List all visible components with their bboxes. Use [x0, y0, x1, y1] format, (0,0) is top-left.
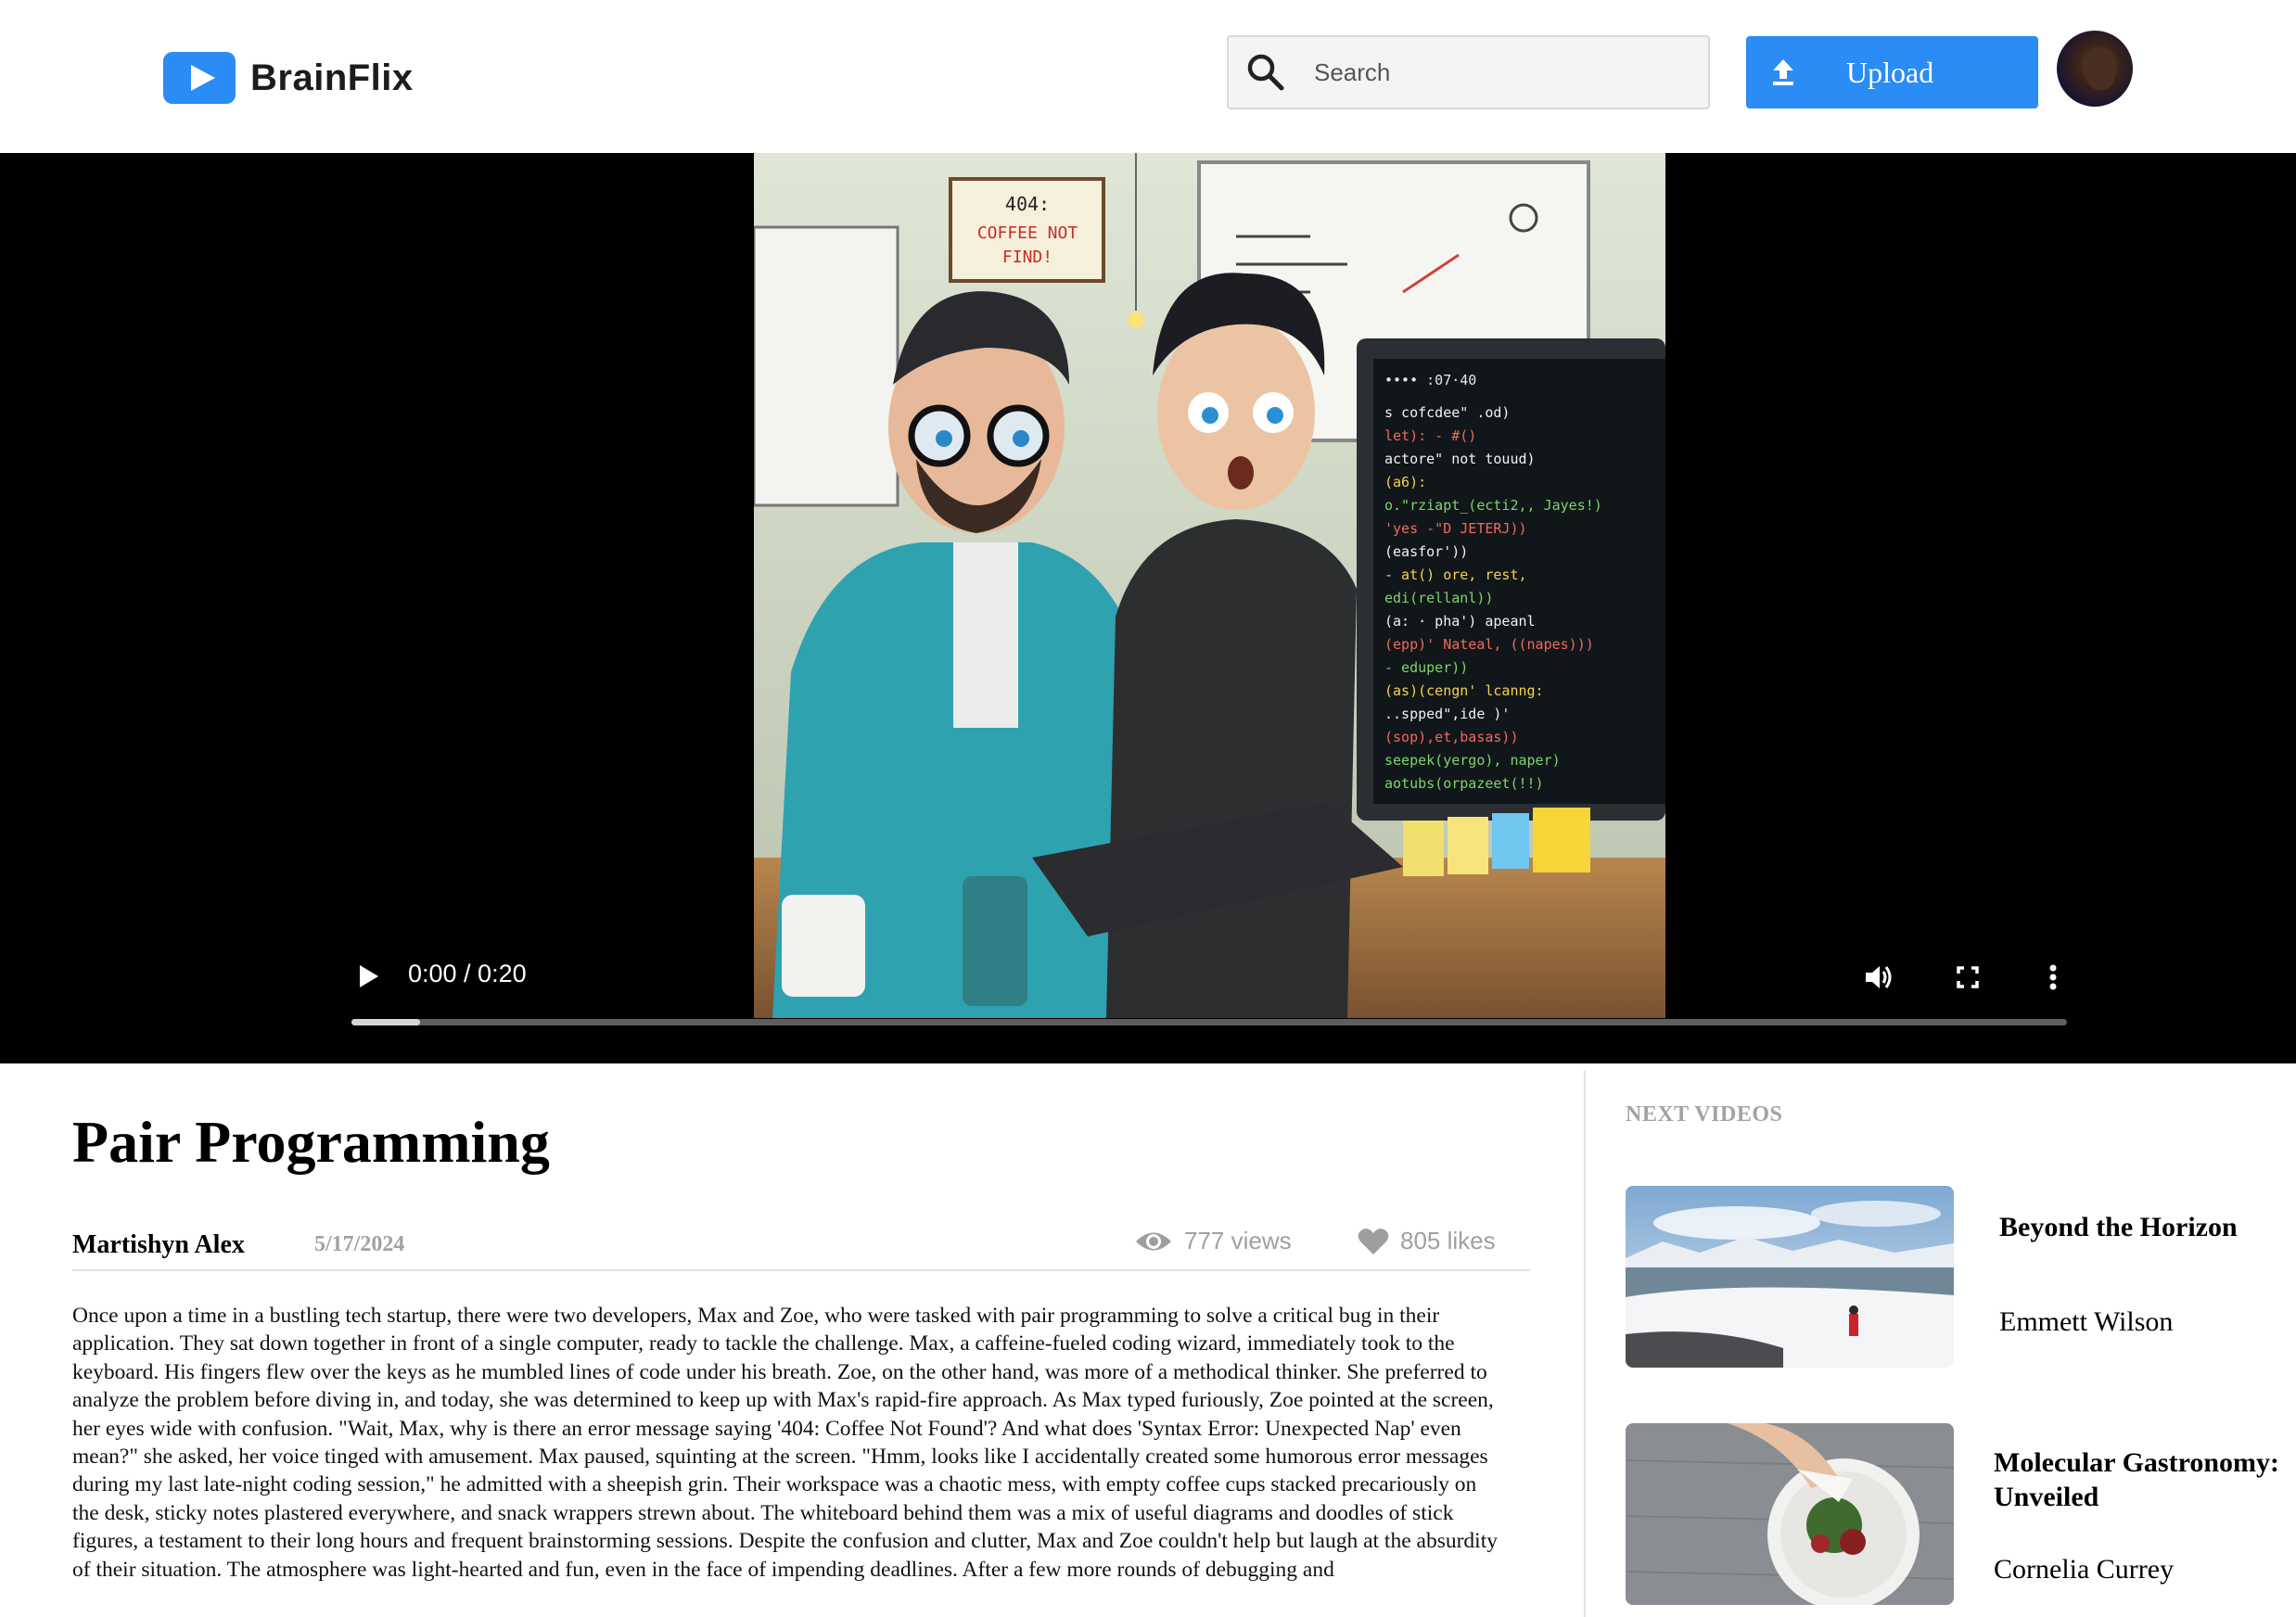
svg-text:o."rziapt_(ecti2,, Jayes!): o."rziapt_(ecti2,, Jayes!) [1384, 497, 1602, 514]
svg-text:(sop),et,basas)): (sop),et,basas)) [1384, 729, 1519, 745]
next-video-title: Beyond the Horizon [1999, 1212, 2238, 1242]
brand-name: BrainFlix [250, 57, 414, 98]
volume-icon [1866, 966, 1892, 988]
svg-text:- at() ore, rest,: - at() ore, rest, [1384, 567, 1527, 583]
video-thumbnail [1626, 1423, 1954, 1605]
next-video-card[interactable]: Molecular Gastronomy: Unveiled Cornelia … [1626, 1423, 2296, 1609]
svg-text:- eduper)): - eduper)) [1384, 659, 1468, 676]
more-options-button[interactable] [2035, 957, 2072, 998]
video-title: Pair Programming [72, 1109, 550, 1175]
svg-text:actore" not touud): actore" not touud) [1384, 451, 1536, 467]
svg-text:aotubs(orpazeet(!!): aotubs(orpazeet(!!) [1384, 775, 1544, 792]
svg-text:(a: · pha') apeanl: (a: · pha') apeanl [1384, 613, 1536, 630]
play-logo-icon [163, 52, 236, 104]
svg-text:(as)(cengn' lcanng:: (as)(cengn' lcanng: [1384, 682, 1544, 699]
more-vert-icon [2049, 964, 2057, 990]
likes-stat[interactable]: 805 likes [1358, 1227, 1496, 1255]
svg-text:s cofcdee" .od): s cofcdee" .od) [1384, 404, 1510, 421]
next-video-author: Emmett Wilson [1999, 1306, 2174, 1337]
video-player[interactable]: 404: COFFEE NOT FIND! •••• :07·40 s cofc… [0, 153, 2296, 1063]
search-input[interactable] [1314, 57, 1685, 87]
svg-text:(a6):: (a6): [1384, 474, 1426, 490]
svg-text:COFFEE NOT: COFFEE NOT [977, 223, 1078, 243]
play-button[interactable] [351, 958, 388, 995]
search-icon [1229, 37, 1303, 108]
video-frame: 404: COFFEE NOT FIND! •••• :07·40 s cofc… [754, 153, 1665, 1018]
column-divider [1584, 1071, 1586, 1617]
eye-icon [1136, 1232, 1171, 1250]
play-icon [360, 965, 378, 987]
upload-label: Upload [1846, 55, 1934, 89]
fullscreen-icon [1957, 966, 1979, 988]
upload-button[interactable]: Upload [1746, 36, 2038, 108]
svg-text:FIND!: FIND! [1002, 248, 1052, 267]
progress-bar[interactable] [351, 1019, 2067, 1025]
progress-played [351, 1019, 420, 1025]
video-description: Once upon a time in a bustling tech star… [72, 1304, 1498, 1582]
views-count: 777 views [1184, 1227, 1292, 1254]
video-thumbnail [1626, 1186, 1954, 1368]
svg-text:'yes -"D JETERJ)): 'yes -"D JETERJ)) [1384, 520, 1527, 537]
video-meta: Martishyn Alex 5/17/2024 777 views 805 l… [72, 1223, 1530, 1271]
svg-text:let): - #(): let): - #() [1384, 427, 1476, 444]
heart-icon [1358, 1228, 1389, 1254]
upload-icon [1746, 58, 1820, 86]
next-video-card[interactable]: Beyond the Horizon Emmett Wilson [1626, 1186, 2296, 1371]
next-videos-heading: NEXT VIDEOS [1626, 1102, 1783, 1127]
avatar-face [2085, 47, 2116, 90]
brand-logo[interactable]: BrainFlix [163, 52, 414, 104]
next-video-author: Cornelia Currey [1994, 1554, 2175, 1585]
next-video-title: Molecular Gastronomy: Unveiled [1994, 1447, 2280, 1512]
search-box [1227, 35, 1710, 109]
volume-button[interactable] [1858, 957, 1899, 998]
header: BrainFlix Upload [0, 0, 2296, 153]
time-display: 0:00 / 0:20 [408, 960, 527, 987]
video-author: Martishyn Alex [72, 1230, 245, 1259]
svg-text:404:: 404: [1005, 193, 1050, 215]
svg-text:edi(rellanl)): edi(rellanl)) [1384, 590, 1493, 606]
svg-text:(easfor')): (easfor')) [1384, 543, 1468, 560]
svg-text:(epp)' Nateal, ((napes))): (epp)' Nateal, ((napes))) [1384, 636, 1594, 653]
avatar[interactable] [2057, 31, 2133, 107]
video-date: 5/17/2024 [314, 1232, 405, 1256]
svg-text:..spped",ide )': ..spped",ide )' [1384, 706, 1510, 722]
svg-text:•••• :07·40: •••• :07·40 [1384, 372, 1476, 388]
svg-text:seepek(yergo), naper): seepek(yergo), naper) [1384, 752, 1561, 769]
views-stat: 777 views [1134, 1227, 1292, 1255]
likes-count: 805 likes [1400, 1227, 1496, 1254]
fullscreen-button[interactable] [1947, 957, 1988, 998]
